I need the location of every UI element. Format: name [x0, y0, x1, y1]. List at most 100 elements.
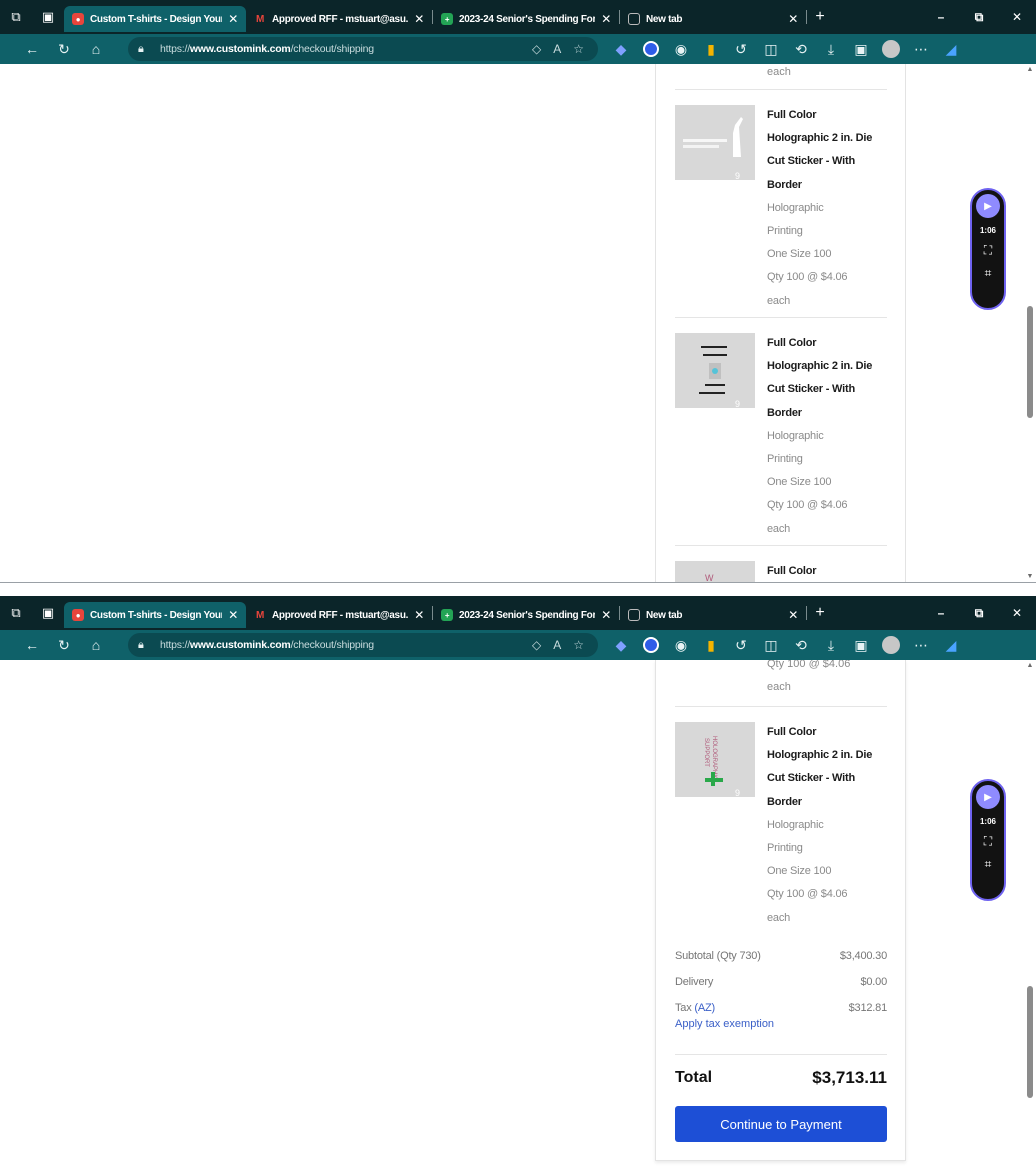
minimize-icon[interactable]: –	[922, 596, 960, 630]
close-tab-icon[interactable]: ✕	[788, 608, 798, 622]
tab-customink[interactable]: ● Custom T-shirts - Design Your O ✕	[64, 602, 246, 628]
tab-google-sheets[interactable]: + 2023-24 Senior's Spending Forr ✕	[433, 602, 619, 628]
home-icon[interactable]: ⌂	[80, 630, 112, 660]
extensions-icon[interactable]: ↺	[726, 34, 756, 64]
copilot-diamond-icon[interactable]: ◆	[606, 34, 636, 64]
address-bar[interactable]: 🔒︎ https://www.customink.com/checkout/sh…	[128, 37, 598, 61]
continue-to-payment-button[interactable]: Continue to Payment	[675, 1106, 887, 1142]
profile-avatar[interactable]	[876, 630, 906, 660]
tab-google-sheets[interactable]: + 2023-24 Senior's Spending Forr ✕	[433, 6, 619, 32]
refresh-icon[interactable]: ↻	[48, 34, 80, 64]
back-arrow-icon[interactable]: ←	[16, 34, 48, 64]
tab-strip: ⧉ ▣ ● Custom T-shirts - Design Your O ✕ …	[0, 596, 1036, 630]
extension-shield-icon[interactable]	[636, 34, 666, 64]
tab-customink[interactable]: ● Custom T-shirts - Design Your O ✕	[64, 6, 246, 32]
close-window-icon[interactable]: ✕	[998, 596, 1036, 630]
scroll-down-arrow-icon[interactable]: ▼	[1026, 573, 1034, 580]
gmail-icon: M	[255, 609, 265, 621]
svg-text:9: 9	[735, 171, 740, 180]
tab-actions-icon[interactable]: ▣	[32, 0, 64, 34]
scroll-up-arrow-icon[interactable]: ▲	[1026, 66, 1034, 73]
new-tab-plus-icon[interactable]: +	[807, 0, 833, 34]
close-tab-icon[interactable]: ✕	[414, 12, 424, 26]
favorite-star-icon[interactable]: ☆	[573, 42, 584, 56]
crop-icon[interactable]: ⌗	[985, 266, 992, 281]
favorite-star-icon[interactable]: ☆	[573, 638, 584, 652]
split-screen-icon[interactable]: ◫	[756, 34, 786, 64]
item-meta-each: each	[767, 681, 791, 693]
lock-icon[interactable]: 🔒︎	[138, 43, 160, 56]
tag-icon[interactable]: ◇	[532, 638, 541, 652]
profile-avatar[interactable]	[876, 34, 906, 64]
cart-item: SUPPORT HOLOGRAPHIC 9 Full Color Hologra…	[675, 706, 887, 934]
more-menu-icon[interactable]: ⋯	[906, 34, 936, 64]
extensions-icon[interactable]: ↺	[726, 630, 756, 660]
vertical-scrollbar[interactable]: ▲ ▼	[1024, 64, 1036, 582]
order-summary: each 9 Full Color Holographic 2 in. Die …	[655, 64, 906, 582]
scroll-up-arrow-icon[interactable]: ▲	[1026, 662, 1034, 669]
tab-gmail[interactable]: M Approved RFF - mstuart@asu.e ✕	[246, 6, 432, 32]
url-text: https://www.customink.com/checkout/shipp…	[160, 43, 374, 55]
downloads-icon[interactable]: ⤓	[816, 630, 846, 660]
history-icon[interactable]: ⟲	[786, 34, 816, 64]
scroll-thumb[interactable]	[1027, 306, 1033, 418]
scroll-thumb[interactable]	[1027, 986, 1033, 1098]
extension-puzzle-icon[interactable]: ◉	[666, 630, 696, 660]
item-meta-qty: Qty 100 @ $4.06	[767, 660, 851, 670]
refresh-icon[interactable]: ↻	[48, 630, 80, 660]
home-icon[interactable]: ⌂	[80, 34, 112, 64]
close-tab-icon[interactable]: ✕	[228, 12, 238, 26]
screenshot-region-icon[interactable]: ⛶	[984, 834, 992, 849]
extension-colors-icon[interactable]: ▮	[696, 630, 726, 660]
extension-shield-icon[interactable]	[636, 630, 666, 660]
read-aloud-icon[interactable]: A	[553, 42, 561, 56]
screenshot-region-icon[interactable]: ⛶	[984, 243, 992, 258]
totals-divider	[675, 1054, 887, 1055]
close-tab-icon[interactable]: ✕	[788, 12, 798, 26]
more-menu-icon[interactable]: ⋯	[906, 630, 936, 660]
restore-icon[interactable]: ⧉	[960, 596, 998, 630]
close-window-icon[interactable]: ✕	[998, 0, 1036, 34]
browser-window-top: ⧉ ▣ ● Custom T-shirts - Design Your O ✕ …	[0, 0, 1036, 582]
minimize-icon[interactable]: –	[922, 0, 960, 34]
screenshot-icon[interactable]: ▣	[846, 34, 876, 64]
address-bar[interactable]: 🔒︎ https://www.customink.com/checkout/sh…	[128, 633, 598, 657]
read-aloud-icon[interactable]: A	[553, 638, 561, 652]
workspaces-icon[interactable]: ⧉	[0, 596, 32, 630]
close-tab-icon[interactable]: ✕	[601, 12, 611, 26]
apply-tax-exemption-link[interactable]: Apply tax exemption	[675, 1018, 887, 1030]
new-tab-plus-icon[interactable]: +	[807, 596, 833, 630]
crop-icon[interactable]: ⌗	[985, 857, 992, 872]
copilot-icon[interactable]: ◢	[936, 34, 966, 64]
lock-icon[interactable]: 🔒︎	[138, 639, 160, 652]
extension-puzzle-icon[interactable]: ◉	[666, 34, 696, 64]
delivery-row: Delivery $0.00	[675, 976, 887, 988]
order-summary: Qty 100 @ $4.06 each SUPPORT HOLOGRAPHIC…	[655, 660, 906, 1161]
history-icon[interactable]: ⟲	[786, 630, 816, 660]
vertical-scrollbar[interactable]: ▲	[1024, 660, 1036, 1169]
close-tab-icon[interactable]: ✕	[228, 608, 238, 622]
close-tab-icon[interactable]: ✕	[414, 608, 424, 622]
tax-state-link[interactable]: (AZ)	[694, 1002, 715, 1014]
workspaces-icon[interactable]: ⧉	[0, 0, 32, 34]
sheets-icon: +	[441, 13, 453, 25]
extension-colors-icon[interactable]: ▮	[696, 34, 726, 64]
tab-new-tab[interactable]: New tab ✕	[620, 602, 806, 628]
product-thumbnail: W	[675, 561, 755, 582]
tab-new-tab[interactable]: New tab ✕	[620, 6, 806, 32]
copilot-diamond-icon[interactable]: ◆	[606, 630, 636, 660]
tab-actions-icon[interactable]: ▣	[32, 596, 64, 630]
back-arrow-icon[interactable]: ←	[16, 630, 48, 660]
downloads-icon[interactable]: ⤓	[816, 34, 846, 64]
play-icon[interactable]: ▶	[976, 194, 1000, 218]
screenshot-icon[interactable]: ▣	[846, 630, 876, 660]
order-totals: Subtotal (Qty 730) $3,400.30 Delivery $0…	[675, 950, 887, 1030]
tag-icon[interactable]: ◇	[532, 42, 541, 56]
close-tab-icon[interactable]: ✕	[601, 608, 611, 622]
play-icon[interactable]: ▶	[976, 785, 1000, 809]
tab-gmail[interactable]: M Approved RFF - mstuart@asu.e ✕	[246, 602, 432, 628]
copilot-icon[interactable]: ◢	[936, 630, 966, 660]
product-thumbnail: 9	[675, 105, 755, 180]
split-screen-icon[interactable]: ◫	[756, 630, 786, 660]
restore-icon[interactable]: ⧉	[960, 0, 998, 34]
